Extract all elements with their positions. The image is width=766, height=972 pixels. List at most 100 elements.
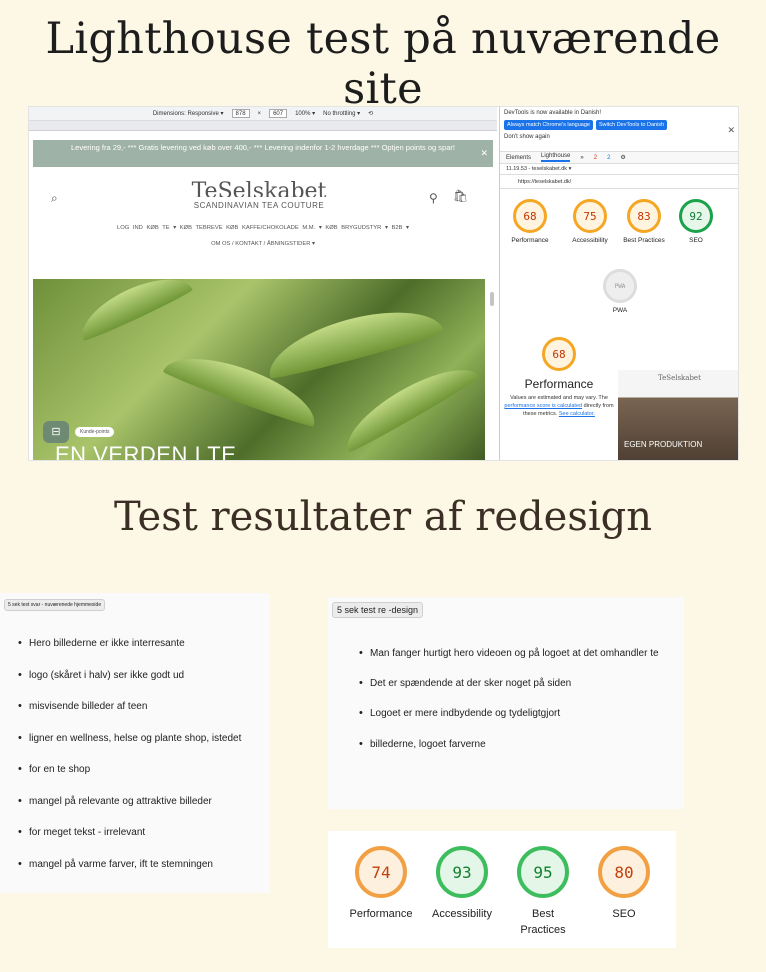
- width-input[interactable]: 878: [231, 109, 250, 118]
- points-icon[interactable]: ⊟: [43, 421, 69, 443]
- gauge-ring: 68: [513, 199, 547, 233]
- score-seo: 80 SEO: [584, 846, 664, 922]
- gauge-label: Best Practices: [623, 237, 665, 244]
- rotate-icon[interactable]: ⟲: [368, 110, 373, 117]
- site-header: ⌕ TeSelskabet SCANDINAVIAN TEA COUTURE ⚲…: [29, 167, 497, 247]
- main-nav[interactable]: LOG IND KØB TE ▾ KØB TEBREVE KØB KAFFE/C…: [29, 225, 497, 231]
- zoom-select[interactable]: 100% ▾: [295, 110, 315, 117]
- page-title: Lighthouse test på nuværende site: [45, 14, 721, 114]
- performance-title: Performance: [524, 377, 594, 391]
- score-label: Accessibility: [432, 908, 492, 920]
- times-sign: ×: [257, 110, 262, 117]
- gauge-accessibility[interactable]: 75 Accessibility: [560, 199, 620, 245]
- lighthouse-gauges: 68 Performance 75 Accessibility 83 Best …: [500, 189, 738, 329]
- gauge-ring: PWA: [603, 269, 637, 303]
- list-item: logo (skåret i halv) ser ikke godt ud: [14, 669, 241, 702]
- gauge-ring: 92: [679, 199, 713, 233]
- thumbnail-text: EGEN PRODUKTION: [624, 440, 703, 449]
- score-label: SEO: [612, 908, 636, 920]
- score-ring: 93: [436, 846, 488, 898]
- warnings-count[interactable]: 2: [607, 155, 610, 161]
- list-item: billederne, logoet farverne: [355, 738, 659, 769]
- gear-icon[interactable]: ⚙: [620, 154, 625, 161]
- page-thumbnail: TeSelskabet EGEN PRODUKTION: [618, 370, 738, 460]
- site-logo[interactable]: TeSelskabet: [179, 181, 339, 197]
- gauge-seo[interactable]: 92 SEO: [666, 199, 726, 245]
- hero-image: ⊟ Kunde-points EN VERDEN I TE: [33, 279, 485, 460]
- performance-gauge: 68: [542, 337, 576, 371]
- device-toolbar: Dimensions: Responsive ▾ 878 × 607 100% …: [29, 107, 497, 121]
- list-item: mangel på relevante og attraktive billed…: [14, 795, 241, 828]
- search-icon[interactable]: ⌕: [51, 191, 58, 206]
- report-url: https://teselskabet.dk/: [500, 175, 738, 189]
- gauge-best-practices[interactable]: 83 Best Practices: [614, 199, 674, 245]
- shipping-banner: Levering fra 29,- *** Gratis levering ve…: [33, 140, 493, 167]
- tab-lighthouse[interactable]: Lighthouse: [541, 153, 571, 162]
- score-label: Performance: [349, 908, 413, 920]
- feedback-list: Hero billederne er ikke interresante log…: [14, 637, 241, 891]
- card-tag: 5 sek test re -design: [332, 602, 424, 618]
- score-label: Best Practices: [520, 908, 566, 936]
- performance-note: Values are estimated and may vary. The p…: [504, 395, 614, 417]
- gauge-ring: 83: [627, 199, 661, 233]
- errors-count[interactable]: 2: [594, 155, 597, 161]
- notice-text: DevTools is now available in Danish!: [504, 110, 602, 116]
- resize-handle[interactable]: [490, 292, 494, 306]
- list-item: Hero billederne er ikke interresante: [14, 637, 241, 670]
- lighthouse-screenshot: Dimensions: Responsive ▾ 878 × 607 100% …: [28, 106, 739, 461]
- throttling-select[interactable]: No throttling ▾: [323, 110, 360, 117]
- language-notice: DevTools is now available in Danish! Alw…: [500, 107, 738, 152]
- cart-icon[interactable]: 🛍: [453, 189, 468, 203]
- score-best-practices: 95 Best Practices: [503, 846, 583, 938]
- tab-elements[interactable]: Elements: [506, 155, 531, 161]
- height-input[interactable]: 607: [269, 109, 288, 118]
- feedback-card-redesign: 5 sek test re -design Man fanger hurtigt…: [328, 597, 684, 809]
- leaf-shape: [260, 296, 446, 382]
- close-icon[interactable]: ✕: [727, 125, 735, 136]
- redesign-scores: 74 Performance 93 Accessibility 95 Best …: [328, 831, 676, 948]
- switch-language-button[interactable]: Switch DevTools to Danish: [595, 120, 668, 130]
- performance-summary: 68 Performance Values are estimated and …: [500, 337, 618, 418]
- account-icon[interactable]: ⚲: [429, 191, 438, 205]
- dont-show-link[interactable]: Don't show again: [504, 134, 736, 140]
- score-ring: 74: [355, 846, 407, 898]
- dimensions-select[interactable]: Dimensions: Responsive ▾: [153, 110, 224, 117]
- list-item: for en te shop: [14, 763, 241, 796]
- list-item: mangel på varme farver, ift te stemninge…: [14, 858, 241, 891]
- points-pill[interactable]: Kunde-points: [75, 427, 115, 437]
- score-performance: 74 Performance: [341, 846, 421, 922]
- devtools-panel: DevTools is now available in Danish! Alw…: [499, 107, 738, 460]
- banner-text: Levering fra 29,- *** Gratis levering ve…: [71, 143, 455, 152]
- section-title: Test resultater af redesign: [113, 494, 653, 540]
- card-tag: 5 sek test svar - nuværenede hjemmeside: [4, 599, 106, 611]
- website-preview: Dimensions: Responsive ▾ 878 × 607 100% …: [29, 107, 497, 460]
- gauge-performance[interactable]: 68 Performance: [500, 199, 560, 245]
- list-item: ligner en wellness, helse og plante shop…: [14, 732, 241, 765]
- thumbnail-logo: TeSelskabet: [658, 374, 701, 382]
- ruler: [29, 121, 497, 131]
- match-language-button[interactable]: Always match Chrome's language: [504, 120, 593, 130]
- list-item: Logoet er mere indbydende og tydeligtgjo…: [355, 707, 659, 738]
- gauge-label: Performance: [511, 237, 549, 244]
- feedback-card-current: 5 sek test svar - nuværenede hjemmeside …: [0, 593, 270, 893]
- gauge-ring: 75: [573, 199, 607, 233]
- logo-subtitle: SCANDINAVIAN TEA COUTURE: [193, 201, 325, 210]
- close-icon[interactable]: ✕: [480, 148, 488, 158]
- list-item: Det er spændende at der sker noget på si…: [355, 677, 659, 708]
- gauge-label: Accessibility: [572, 237, 608, 244]
- secondary-nav[interactable]: OM OS / KONTAKT / ÅBNINGSTIDER ▾: [29, 241, 497, 247]
- score-ring: 95: [517, 846, 569, 898]
- devtools-tabs: Elements Lighthouse » 2 2 ⚙: [500, 152, 738, 164]
- gauge-label: PWA: [612, 307, 628, 314]
- session-select[interactable]: 11.19.53 - teselskabet.dk ▾: [500, 164, 738, 175]
- feedback-list: Man fanger hurtigt hero videoen og på lo…: [355, 647, 659, 769]
- more-tabs-icon[interactable]: »: [580, 155, 583, 161]
- list-item: misvisende billeder af teen: [14, 700, 241, 733]
- calculator-link[interactable]: See calculator.: [559, 411, 595, 417]
- score-link[interactable]: performance score is calculated: [504, 403, 582, 409]
- list-item: Man fanger hurtigt hero videoen og på lo…: [355, 647, 659, 678]
- gauge-pwa[interactable]: PWA PWA: [590, 269, 650, 315]
- leaf-shape: [335, 353, 481, 455]
- gauge-label: SEO: [689, 237, 703, 244]
- score-accessibility: 93 Accessibility: [422, 846, 502, 922]
